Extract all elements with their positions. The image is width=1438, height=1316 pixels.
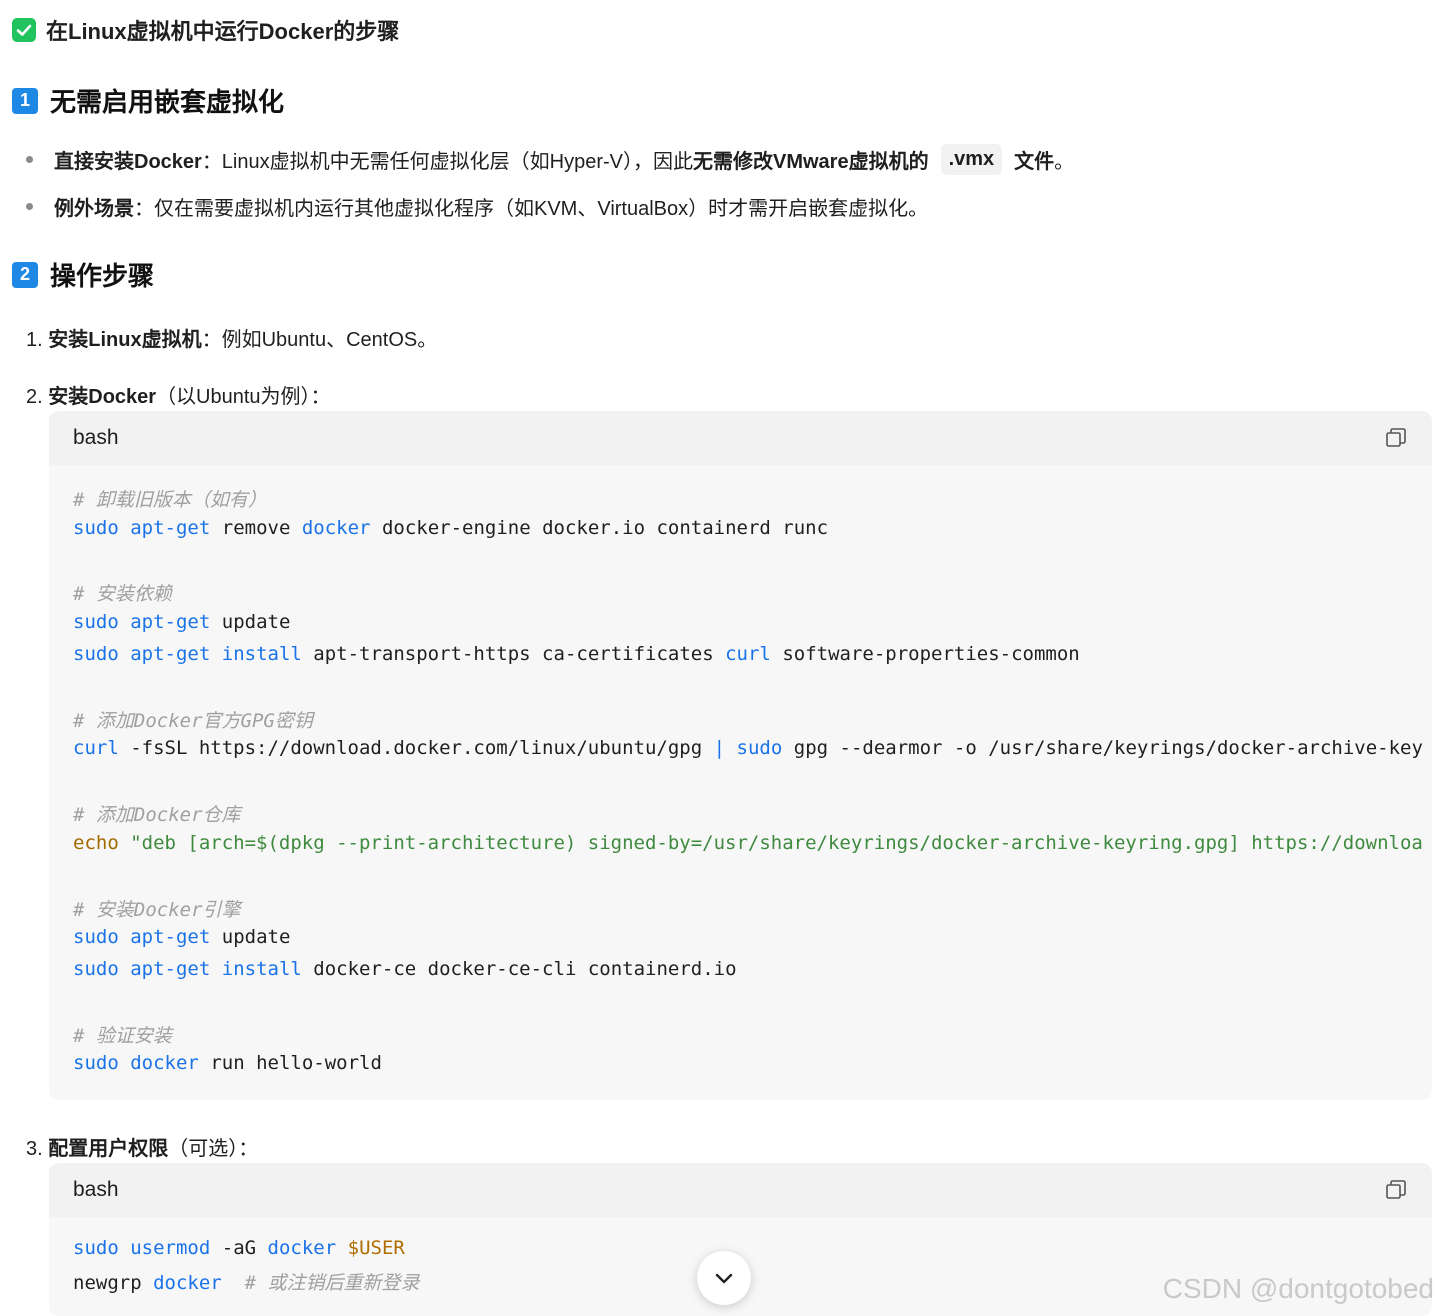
step-bold: 安装Docker [48,386,157,408]
page-title-row: 在Linux虚拟机中运行Docker的步骤 [12,14,399,46]
bullet-bold-3: 文件 [1014,151,1055,173]
inline-code: .vmx [940,144,1003,175]
code-line: sudo apt-get remove docker docker-engine… [73,517,829,539]
step-item-3: 3. 配置用户权限（可选）： [26,1132,258,1161]
code-line: newgrp docker # 或注销后重新登录 [73,1272,420,1294]
section-title-1: 无需启用嵌套虚拟化 [50,87,285,117]
step-bold: 配置用户权限 [48,1138,169,1160]
copy-icon[interactable] [1384,1178,1408,1202]
code-line: echo "deb [arch=$(dpkg --print-architect… [73,832,1423,854]
scroll-down-button[interactable] [697,1251,751,1305]
step-number: 2. [26,386,43,408]
code-header: bash [49,411,1432,465]
number-badge-2: 2 [12,261,38,288]
code-comment: # 添加Docker官方GPG密钥 [73,710,313,732]
step-text: （可选）： [168,1138,259,1160]
code-language-label: bash [73,1178,119,1201]
step-text: （以Ubuntu为例）： [156,386,331,408]
code-line: sudo docker run hello-world [73,1052,382,1074]
code-line: sudo usermod -aG docker $USER [73,1237,405,1259]
bullet-bold: 直接安装Docker [54,151,202,173]
step-bold: 安装Linux虚拟机 [48,329,202,351]
watermark: CSDN @dontgotobed [1162,1273,1434,1304]
list-item: 例外场景 ：仅在需要虚拟机内运行其他虚拟化程序（如KVM、VirtualBox）… [26,192,928,221]
code-line: sudo apt-get update [73,926,291,948]
chevron-down-icon [715,1273,733,1284]
step-number: 3. [26,1138,43,1160]
code-header: bash [49,1163,1432,1217]
bullet-dot [26,203,33,210]
list-item: 直接安装Docker ：Linux虚拟机中无需任何虚拟化层（如Hyper-V），… [26,144,1074,175]
number-badge-1: 1 [12,87,38,114]
code-line: curl -fsSL https://download.docker.com/l… [73,737,1423,759]
code-line: sudo apt-get install apt-transport-https… [73,643,1080,665]
section-heading-2: 2 操作步骤 [12,256,154,293]
section-heading-1: 1 无需启用嵌套虚拟化 [12,82,284,119]
code-language-label: bash [73,426,119,449]
step-text: ：例如Ubuntu、CentOS。 [201,329,438,351]
bullet-bold-2: 无需修改VMware虚拟机的 [692,151,929,173]
code-comment: # 安装Docker引擎 [73,899,241,921]
code-comment: # 安装依赖 [73,583,172,605]
step-item-1: 1. 安装Linux虚拟机：例如Ubuntu、CentOS。 [26,323,437,352]
code-line: sudo apt-get install docker-ce docker-ce… [73,958,737,980]
code-comment: # 添加Docker仓库 [73,804,241,826]
section-title-2: 操作步骤 [50,261,155,291]
bullet-dot [26,156,33,163]
page-title: 在Linux虚拟机中运行Docker的步骤 [46,19,400,44]
code-comment: # 验证安装 [73,1025,172,1047]
code-block-1: bash # 卸载旧版本（如有） sudo apt-get remove doc… [49,411,1432,1100]
code-line: sudo apt-get update [73,611,291,633]
bullet-text: ：仅在需要虚拟机内运行其他虚拟化程序（如KVM、VirtualBox）时才需开启… [134,198,929,220]
bullet-tail: 。 [1054,151,1075,173]
bullet-text: ：Linux虚拟机中无需任何虚拟化层（如Hyper-V），因此 [201,151,693,173]
step-item-2: 2. 安装Docker（以Ubuntu为例）： [26,380,331,409]
check-icon [12,18,36,42]
code-content: # 卸载旧版本（如有） sudo apt-get remove docker d… [49,465,1432,1074]
code-comment: # 卸载旧版本（如有） [73,489,267,511]
step-number: 1. [26,329,43,351]
copy-icon[interactable] [1384,426,1408,450]
bullet-bold: 例外场景 [54,198,134,220]
